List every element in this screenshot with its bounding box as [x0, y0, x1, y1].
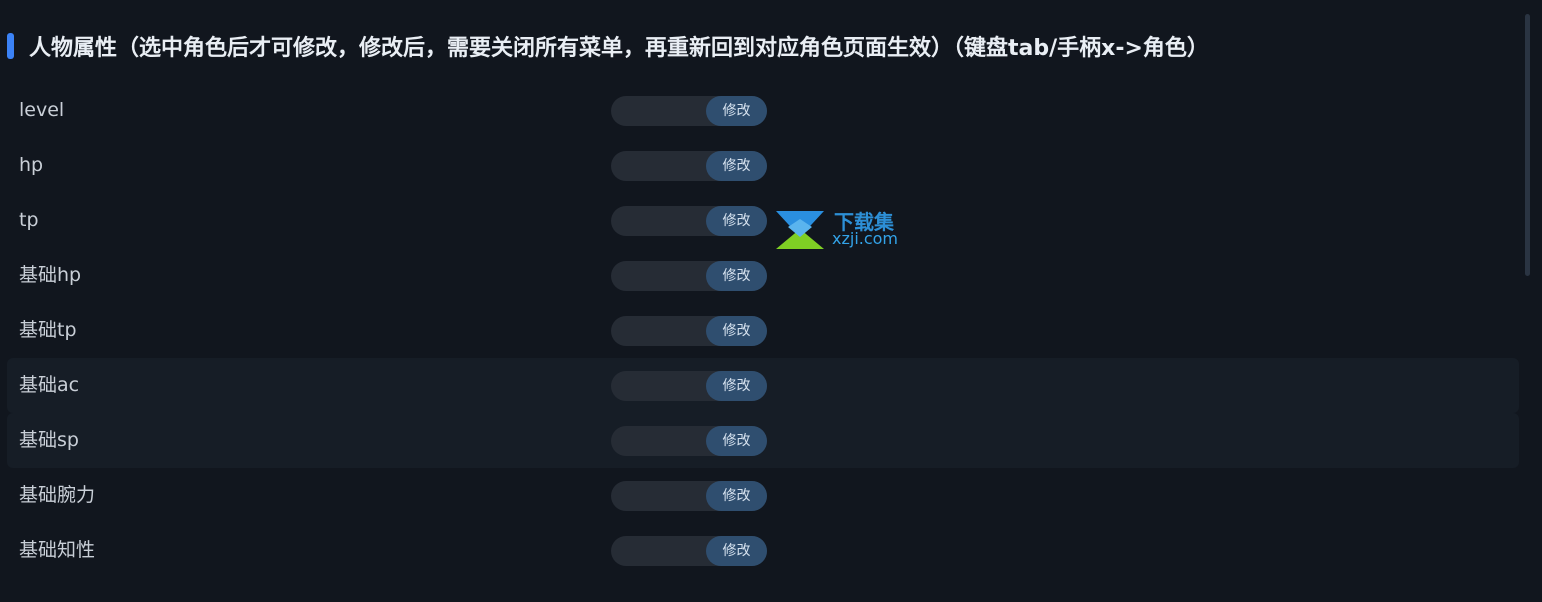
- modify-button[interactable]: 修改: [706, 426, 767, 456]
- attribute-row: 基础sp 修改: [7, 413, 1519, 468]
- watermark: 下载集 xzji.com: [774, 207, 919, 251]
- attribute-label: 基础hp: [19, 264, 82, 286]
- modify-button[interactable]: 修改: [706, 481, 767, 511]
- modify-button[interactable]: 修改: [706, 261, 767, 291]
- attribute-label: tp: [19, 209, 39, 231]
- modify-button[interactable]: 修改: [706, 536, 767, 566]
- attribute-label: level: [19, 99, 65, 121]
- section-accent-bar: [7, 33, 14, 59]
- attribute-row: 基础ac 修改: [7, 358, 1519, 413]
- section-header: 人物属性（选中角色后才可修改，修改后，需要关闭所有菜单，再重新回到对应角色页面生…: [7, 30, 1209, 62]
- attribute-row: 基础hp 修改: [7, 248, 1519, 303]
- scrollbar-thumb[interactable]: [1525, 14, 1530, 276]
- attribute-label: 基础腕力: [19, 484, 96, 506]
- attribute-label: hp: [19, 154, 44, 176]
- modify-button[interactable]: 修改: [706, 206, 767, 236]
- attribute-label: 基础sp: [19, 429, 79, 451]
- modify-button[interactable]: 修改: [706, 371, 767, 401]
- attribute-row: 基础tp 修改: [7, 303, 1519, 358]
- scrollbar[interactable]: [1525, 14, 1530, 594]
- watermark-domain: xzji.com: [832, 229, 899, 248]
- modify-button[interactable]: 修改: [706, 151, 767, 181]
- attributes-panel: 人物属性（选中角色后才可修改，修改后，需要关闭所有菜单，再重新回到对应角色页面生…: [0, 0, 1530, 602]
- section-title: 人物属性（选中角色后才可修改，修改后，需要关闭所有菜单，再重新回到对应角色页面生…: [29, 36, 1209, 61]
- attribute-row: 基础腕力 修改: [7, 468, 1519, 523]
- modify-button[interactable]: 修改: [706, 316, 767, 346]
- modify-button[interactable]: 修改: [706, 96, 767, 126]
- attribute-list: level 修改 hp 修改 tp 修改 基础hp 修改 基础tp 修改 基础ac 修改 基础sp 修改基…: [7, 83, 1519, 578]
- download-arrow-logo-icon: [776, 211, 824, 249]
- attribute-row: level 修改: [7, 83, 1519, 138]
- attribute-label: 基础tp: [19, 319, 77, 341]
- attribute-row: tp 修改: [7, 193, 1519, 248]
- attribute-label: 基础知性: [19, 539, 96, 561]
- attribute-row: 基础知性 修改: [7, 523, 1519, 578]
- attribute-row: hp 修改: [7, 138, 1519, 193]
- attribute-label: 基础ac: [19, 374, 80, 396]
